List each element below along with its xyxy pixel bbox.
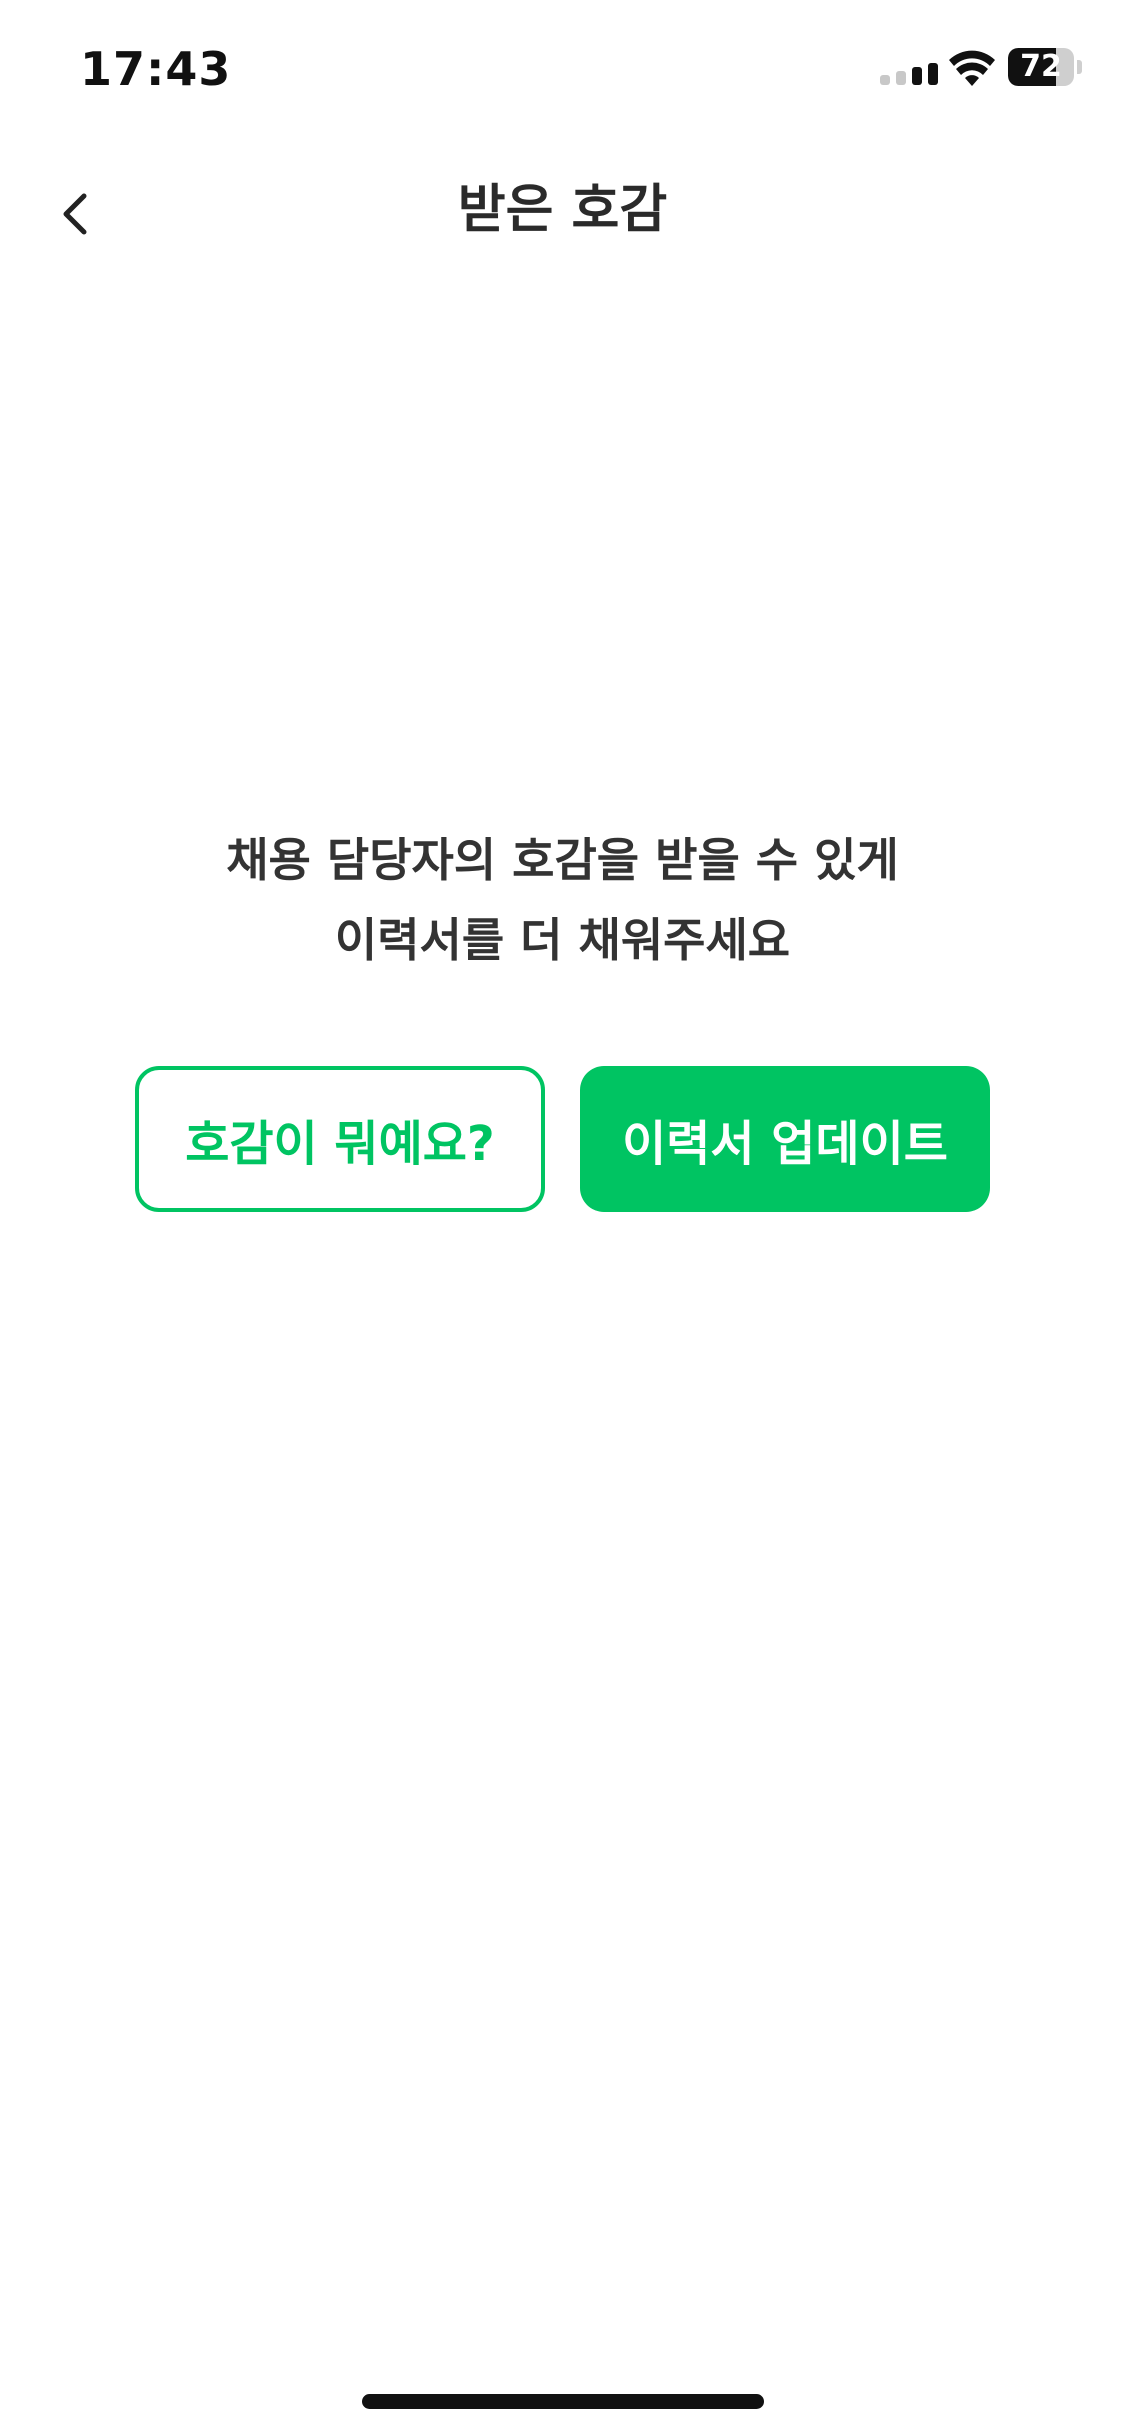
update-resume-label: 이력서 업데이트 bbox=[622, 1116, 948, 1172]
wifi-icon bbox=[949, 50, 995, 86]
battery-tip bbox=[1077, 60, 1082, 74]
battery-body: 72 bbox=[1008, 48, 1074, 86]
chevron-left-icon bbox=[63, 193, 87, 235]
update-resume-button[interactable]: 이력서 업데이트 bbox=[580, 1066, 990, 1212]
what-is-like-label: 호감이 뭐예요? bbox=[185, 1116, 495, 1172]
empty-state-message: 채용 담당자의 호감을 받을 수 있게 이력서를 더 채워주세요 bbox=[0, 820, 1125, 980]
battery-level: 72 bbox=[1020, 49, 1062, 84]
page-title: 받은 호감 bbox=[457, 180, 668, 240]
battery-icon: 72 bbox=[1008, 48, 1082, 86]
status-bar: 17:43 72 bbox=[0, 0, 1125, 140]
back-button[interactable] bbox=[40, 178, 112, 250]
status-time: 17:43 bbox=[80, 42, 232, 96]
signal-icon bbox=[880, 63, 938, 85]
what-is-like-button[interactable]: 호감이 뭐예요? bbox=[135, 1066, 545, 1212]
empty-state-line-1: 채용 담당자의 호감을 받을 수 있게 bbox=[226, 833, 899, 887]
home-indicator[interactable] bbox=[362, 2394, 764, 2409]
nav-bar: 받은 호감 bbox=[0, 150, 1125, 270]
empty-state-line-2: 이력서를 더 채워주세요 bbox=[334, 913, 791, 967]
action-buttons: 호감이 뭐예요? 이력서 업데이트 bbox=[135, 1066, 990, 1212]
